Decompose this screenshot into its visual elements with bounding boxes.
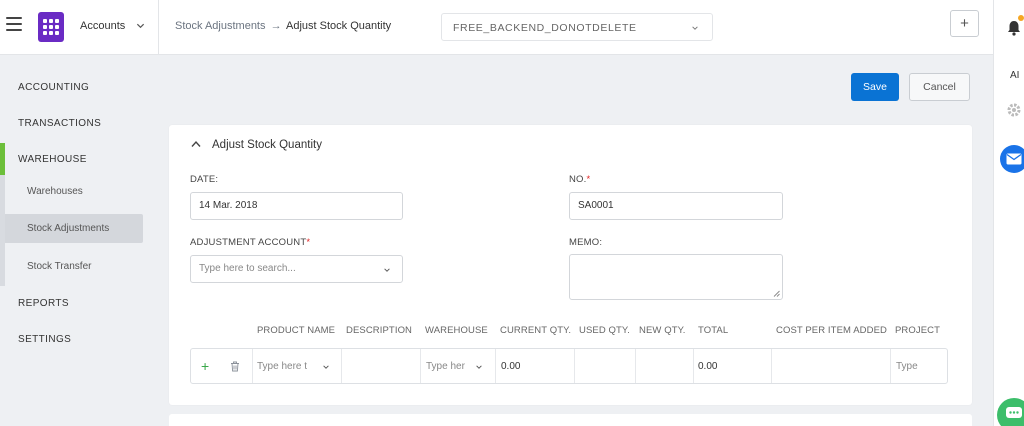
chevron-down-icon[interactable] [322, 363, 330, 371]
cell-divider [341, 349, 342, 383]
add-button[interactable]: + [950, 10, 979, 37]
breadcrumb-separator: → [270, 20, 282, 32]
sidebar-item-warehouse[interactable]: WAREHOUSE [18, 154, 87, 165]
column-used-qty: USED QTY. [579, 325, 630, 336]
number-field[interactable]: SA0001 [569, 192, 783, 220]
chevron-up-icon[interactable] [191, 140, 201, 148]
company-select-value: FREE_BACKEND_DONOTDELETE [453, 22, 637, 34]
required-mark: * [306, 237, 311, 248]
column-warehouse: WAREHOUSE [425, 325, 488, 336]
section-title: Adjust Stock Quantity [212, 139, 322, 151]
column-current-qty: CURRENT QTY. [500, 325, 572, 336]
cell-divider [635, 349, 636, 383]
column-new-qty: NEW QTY. [639, 325, 686, 336]
cell-divider [495, 349, 496, 383]
top-bar: Accounts Stock Adjustments → Adjust Stoc… [0, 0, 1024, 55]
sidebar-item-transactions[interactable]: TRANSACTIONS [18, 118, 101, 129]
add-line-icon[interactable]: + [201, 358, 209, 374]
adjustment-account-placeholder: Type here to search... [199, 263, 296, 274]
mail-icon [1006, 153, 1022, 165]
adjustment-account-select[interactable]: Type here to search... [190, 255, 403, 283]
resize-grip-icon[interactable] [773, 290, 780, 297]
column-total: TOTAL [698, 325, 729, 336]
project-input[interactable]: Type [896, 361, 918, 372]
breadcrumb-current: Adjust Stock Quantity [286, 20, 392, 32]
save-button[interactable]: Save [851, 73, 899, 101]
date-field[interactable]: 14 Mar. 2018 [190, 192, 403, 220]
cancel-button[interactable]: Cancel [909, 73, 970, 101]
required-mark: * [586, 174, 591, 185]
cell-divider [252, 349, 253, 383]
chevron-down-icon [384, 268, 390, 272]
chevron-down-icon [692, 26, 698, 30]
chat-button[interactable] [997, 398, 1024, 426]
notification-dot [1018, 15, 1024, 21]
chevron-down-icon[interactable] [136, 21, 145, 30]
breadcrumb-parent[interactable]: Stock Adjustments [175, 20, 266, 32]
sidebar-item-reports[interactable]: REPORTS [18, 298, 69, 309]
sidebar-item-accounting[interactable]: ACCOUNTING [18, 82, 89, 93]
app-switcher-label[interactable]: Accounts [80, 20, 125, 32]
active-indicator [0, 143, 5, 175]
no-label: NO.* [569, 174, 591, 185]
mail-button[interactable] [1000, 145, 1024, 173]
breadcrumb: Stock Adjustments → Adjust Stock Quantit… [175, 20, 391, 32]
sidebar-item-settings[interactable]: SETTINGS [18, 334, 71, 345]
chevron-down-icon[interactable] [475, 363, 483, 371]
sidebar-item-warehouses[interactable]: Warehouses [27, 186, 83, 197]
warehouse-input[interactable]: Type her [426, 361, 465, 372]
company-select[interactable]: FREE_BACKEND_DONOTDELETE [441, 13, 713, 41]
product-name-input[interactable]: Type here t [257, 361, 307, 372]
column-description: DESCRIPTION [346, 325, 413, 336]
date-label: DATE: [190, 174, 219, 185]
cell-divider [574, 349, 575, 383]
total-value: 0.00 [698, 361, 718, 372]
app-logo[interactable] [38, 12, 64, 42]
menu-icon[interactable] [6, 17, 22, 31]
right-rail [993, 0, 1024, 426]
trash-icon[interactable] [230, 361, 240, 372]
cell-divider [771, 349, 772, 383]
sidebar-item-stock-transfer[interactable]: Stock Transfer [27, 261, 91, 272]
gear-icon[interactable] [1006, 102, 1022, 118]
adjustment-account-label: ADJUSTMENT ACCOUNT* [190, 237, 311, 248]
bell-icon[interactable] [1007, 20, 1021, 36]
ai-label[interactable]: AI [1010, 70, 1019, 81]
sidebar: ACCOUNTING TRANSACTIONS WAREHOUSE Wareho… [0, 56, 158, 426]
cell-divider [890, 349, 891, 383]
next-section-card [169, 414, 972, 426]
cell-divider [420, 349, 421, 383]
table-row: + Type here t Type her 0.00 0.00 Type [190, 348, 948, 384]
cell-divider [693, 349, 694, 383]
memo-label: MEMO: [569, 237, 603, 248]
column-cost-per-item: COST PER ITEM ADDED [776, 325, 887, 336]
column-project: PROJECT [895, 325, 941, 336]
divider [158, 0, 159, 55]
column-product-name: PRODUCT NAME [257, 325, 336, 336]
sidebar-item-stock-adjustments[interactable]: Stock Adjustments [27, 223, 109, 234]
memo-field[interactable] [569, 254, 783, 300]
current-qty-value: 0.00 [501, 361, 521, 372]
chat-icon [1006, 407, 1022, 418]
